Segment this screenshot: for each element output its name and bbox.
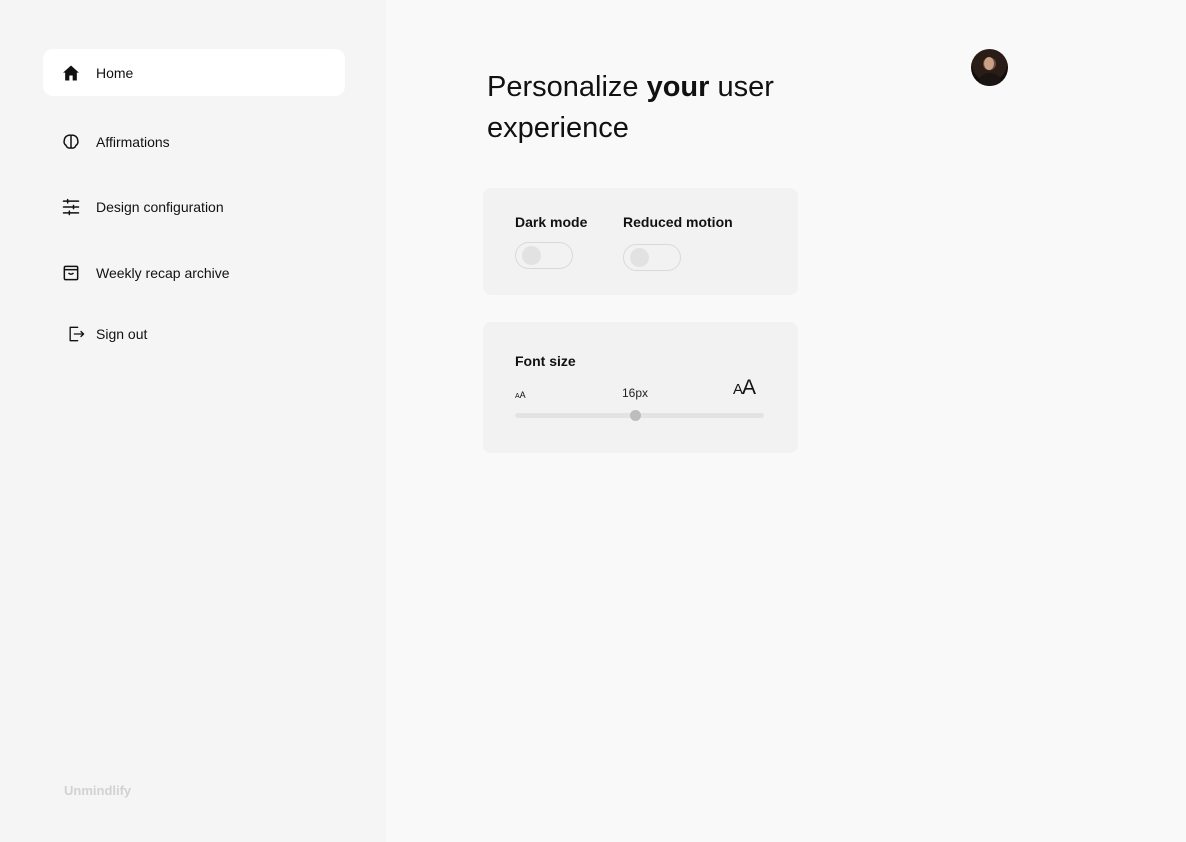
reduced-motion-toggle[interactable] bbox=[623, 244, 681, 271]
font-size-slider[interactable] bbox=[515, 410, 764, 421]
home-icon bbox=[60, 62, 82, 84]
avatar-body bbox=[979, 73, 1001, 86]
sidebar-item-sign-out[interactable]: Sign out bbox=[43, 310, 345, 357]
title-prefix: Personalize bbox=[487, 71, 647, 103]
glyph-big-b: A bbox=[742, 376, 756, 399]
dark-mode-toggle[interactable] bbox=[515, 242, 573, 269]
reduced-motion-label: Reduced motion bbox=[623, 214, 733, 230]
dark-mode-label: Dark mode bbox=[515, 214, 588, 230]
toggle-knob bbox=[630, 248, 649, 267]
glyph-small-b: A bbox=[519, 390, 526, 400]
avatar-face bbox=[984, 57, 994, 70]
brain-icon bbox=[60, 131, 82, 153]
main-content: Personalize your user experience Dark mo… bbox=[386, 0, 1186, 842]
glyph-big: A bbox=[733, 381, 743, 398]
brand-name: Unmindlify bbox=[64, 783, 132, 798]
title-bold: your bbox=[646, 71, 710, 103]
font-size-card: Font size AA 16px AA bbox=[483, 322, 798, 453]
dark-mode-setting: Dark mode bbox=[515, 214, 587, 269]
sidebar-item-label: Weekly recap archive bbox=[96, 264, 230, 281]
sidebar-item-label: Design configuration bbox=[96, 198, 224, 215]
toggles-card: Dark mode Reduced motion bbox=[483, 188, 798, 295]
reduced-motion-setting: Reduced motion bbox=[623, 214, 733, 271]
sidebar-item-weekly-recap-archive[interactable]: Weekly recap archive bbox=[43, 249, 345, 296]
font-larger-icon[interactable]: AA bbox=[733, 376, 756, 400]
sidebar-item-label: Affirmations bbox=[96, 133, 170, 150]
archive-icon bbox=[60, 262, 82, 284]
slider-thumb[interactable] bbox=[629, 410, 641, 421]
page-title: Personalize your user experience bbox=[487, 67, 827, 149]
toggle-knob bbox=[522, 246, 541, 265]
sliders-icon bbox=[60, 196, 82, 218]
sign-out-icon bbox=[65, 323, 87, 345]
sidebar-item-label: Home bbox=[96, 64, 134, 81]
sidebar-item-affirmations[interactable]: Affirmations bbox=[43, 118, 345, 165]
font-size-value: 16px bbox=[622, 386, 649, 400]
sidebar-item-label: Sign out bbox=[96, 325, 148, 342]
font-smaller-icon[interactable]: AA bbox=[515, 390, 526, 400]
font-size-label: Font size bbox=[515, 353, 576, 369]
avatar[interactable] bbox=[971, 49, 1008, 86]
sidebar-item-home[interactable]: Home bbox=[43, 49, 345, 96]
sidebar-item-design-configuration[interactable]: Design configuration bbox=[43, 183, 345, 230]
sidebar: Home Affirmations Design configuration W… bbox=[0, 0, 386, 842]
